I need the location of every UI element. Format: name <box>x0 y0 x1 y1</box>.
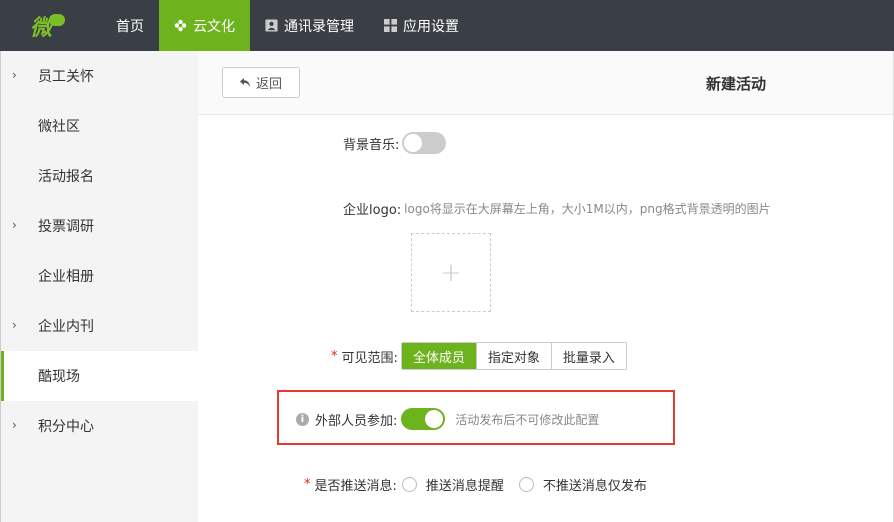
nav-cloud-culture-label: 云文化 <box>193 18 235 35</box>
sidebar-item-label: 投票调研 <box>38 219 94 235</box>
nav-app-settings-label: 应用设置 <box>403 18 459 35</box>
sidebar-item-label: 活动报名 <box>38 169 94 185</box>
sidebar-item-employee-care[interactable]: › 员工关怀 <box>1 51 198 101</box>
info-icon: i <box>296 412 309 426</box>
logo-label: 企业logo: <box>343 202 402 218</box>
nav-app-settings[interactable]: 应用设置 <box>369 0 474 51</box>
chevron-right-icon: › <box>12 418 17 432</box>
sidebar-item-voting-survey[interactable]: › 投票调研 <box>1 201 198 251</box>
toggle-knob <box>404 134 423 152</box>
grid-icon <box>384 19 397 32</box>
toggle-knob <box>425 410 444 428</box>
sidebar-item-label: 员工关怀 <box>38 69 94 85</box>
back-button[interactable]: 返回 <box>222 67 300 98</box>
sidebar-item-micro-community[interactable]: 微社区 <box>1 101 198 151</box>
logo-badge <box>49 13 66 26</box>
required-mark: * <box>304 476 311 492</box>
external-toggle[interactable] <box>401 408 446 430</box>
logo-text: 微 <box>30 14 52 41</box>
sidebar-item-live-scene[interactable]: 酷现场 <box>1 351 198 401</box>
music-label: 背景音乐: <box>343 137 400 153</box>
nav-home-label: 首页 <box>116 18 144 35</box>
top-navbar: 微 首页 云文化 通讯录管理 应用设置 <box>0 0 894 51</box>
content-header: 返回 新建活动 <box>198 51 893 115</box>
chevron-right-icon: › <box>12 218 17 232</box>
external-hint: 活动发布后不可修改此配置 <box>455 412 600 427</box>
sidebar-item-label: 微社区 <box>38 119 80 135</box>
scope-specific[interactable]: 指定对象 <box>475 343 551 369</box>
sidebar-item-label: 酷现场 <box>38 369 80 385</box>
app-logo[interactable]: 微 <box>0 0 100 51</box>
push-radio[interactable] <box>401 476 417 492</box>
sidebar-item-label: 企业相册 <box>38 269 94 285</box>
external-row: i 外部人员参加: 活动发布后不可修改此配置 <box>296 408 599 430</box>
scope-all-members[interactable]: 全体成员 <box>401 343 476 369</box>
push-option-label: 推送消息提醒 <box>425 478 504 494</box>
back-button-label: 返回 <box>255 77 282 92</box>
external-label: 外部人员参加: <box>315 413 398 429</box>
sidebar-item-album[interactable]: 企业相册 <box>1 251 198 301</box>
nav-contacts[interactable]: 通讯录管理 <box>250 0 369 51</box>
sidebar-item-event-signup[interactable]: 活动报名 <box>1 151 198 201</box>
music-toggle[interactable] <box>402 132 447 154</box>
main-content: 返回 新建活动 背景音乐: 企业logo: logo将显示在大屏幕左上角，大小1… <box>198 51 894 522</box>
logo-row: 企业logo: logo将显示在大屏幕左上角，大小1M以内，png格式背景透明的… <box>343 199 771 218</box>
scope-row: * 可见范围: 全体成员 指定对象 批量录入 <box>331 342 627 370</box>
no-push-radio[interactable] <box>518 476 534 492</box>
plus-icon: + <box>440 257 462 288</box>
sidebar-item-points-center[interactable]: › 积分中心 <box>1 401 198 451</box>
sidebar: › 员工关怀 微社区 活动报名 › 投票调研 企业相册 › 企业内刊 酷现场 ›… <box>0 51 198 522</box>
logo-hint: logo将显示在大屏幕左上角，大小1M以内，png格式背景透明的图片 <box>404 201 771 216</box>
chevron-right-icon: › <box>12 68 17 82</box>
sidebar-item-label: 积分中心 <box>38 419 94 435</box>
scope-segmented-control: 全体成员 指定对象 批量录入 <box>400 342 627 370</box>
chevron-right-icon: › <box>12 318 17 332</box>
page-title: 新建活动 <box>706 75 767 93</box>
sidebar-item-label: 企业内刊 <box>38 319 94 335</box>
nav-home[interactable]: 首页 <box>100 0 159 51</box>
contact-card-icon <box>265 19 278 32</box>
no-push-option-label: 不推送消息仅发布 <box>542 478 647 494</box>
push-label: 是否推送消息: <box>314 478 397 494</box>
flower-icon <box>174 19 187 32</box>
nav-cloud-culture[interactable]: 云文化 <box>159 0 250 51</box>
music-row: 背景音乐: <box>343 132 447 154</box>
required-mark: * <box>331 348 338 364</box>
back-arrow-icon <box>239 77 250 87</box>
logo-upload-box[interactable]: + <box>411 233 491 312</box>
nav-contacts-label: 通讯录管理 <box>284 18 354 35</box>
scope-label: 可见范围: <box>341 350 398 366</box>
scope-batch-import[interactable]: 批量录入 <box>550 343 626 369</box>
sidebar-item-journal[interactable]: › 企业内刊 <box>1 301 198 351</box>
push-row: * 是否推送消息: 推送消息提醒 不推送消息仅发布 <box>304 475 647 494</box>
